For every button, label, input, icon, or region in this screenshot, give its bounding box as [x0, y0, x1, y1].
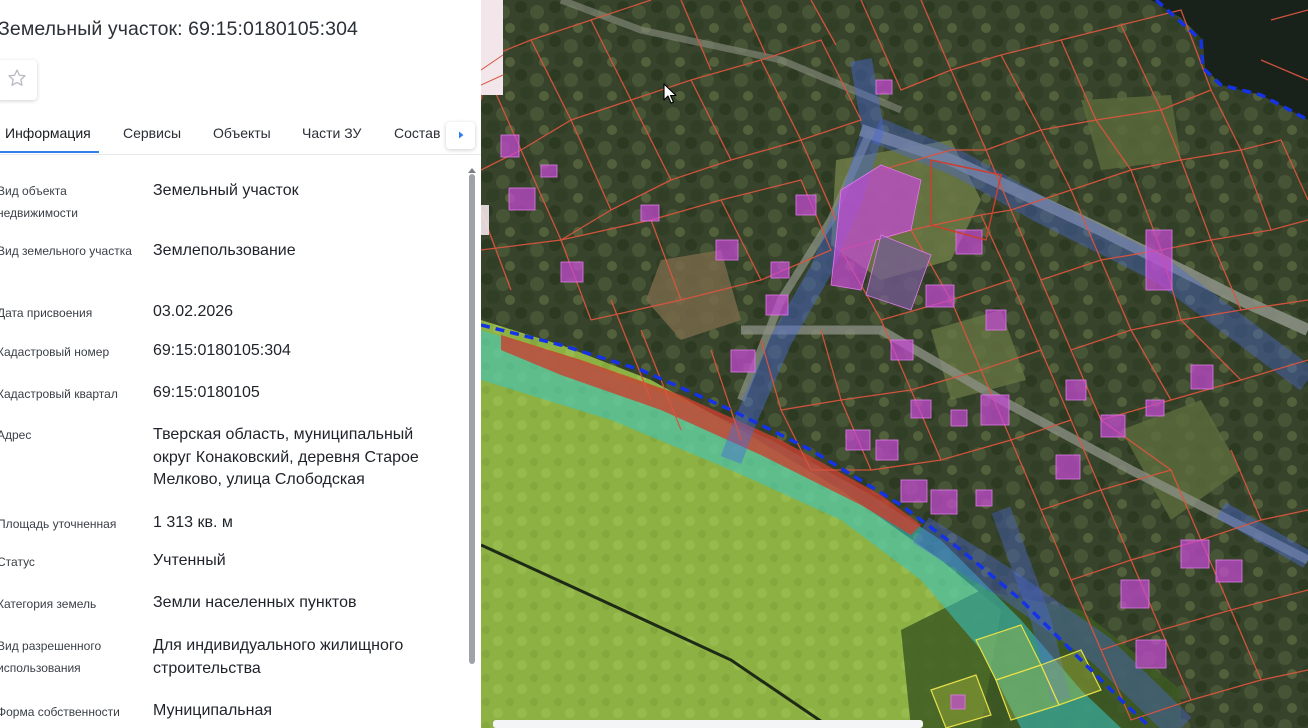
row-value: Земли населенных пунктов: [153, 594, 357, 611]
row-label: Кадастровый квартал: [0, 387, 118, 401]
tab-composition[interactable]: Состав: [394, 125, 440, 141]
row-label: Категория земель: [0, 597, 97, 611]
row-label: Кадастровый номер: [0, 345, 110, 359]
caret-right-icon: [456, 127, 466, 145]
active-tab-indicator: [0, 151, 99, 153]
tab-information[interactable]: Информация: [5, 125, 91, 141]
row-value: Муниципальная: [153, 702, 273, 719]
row-value[interactable]: 69:15:0180105:304: [153, 340, 453, 363]
row-value[interactable]: 69:15:0180105: [153, 382, 453, 405]
row-label: Дата присвоения: [0, 306, 93, 320]
row-label: Вид разрешенного использования: [0, 639, 102, 675]
row-value: 03.02.2026: [153, 303, 234, 320]
row-value: Учтенный: [153, 552, 226, 569]
satellite-map: [481, 0, 1308, 728]
row-label: Статус: [0, 555, 35, 569]
attributes-list: Вид объекта недвижимости Земельный участ…: [0, 155, 465, 728]
row-label: Вид объекта недвижимости: [0, 184, 78, 220]
map-view[interactable]: [481, 0, 1308, 728]
row-value: Земельный участок: [153, 182, 299, 199]
tab-objects[interactable]: Объекты: [213, 125, 271, 141]
favorite-button[interactable]: [0, 60, 37, 100]
row-label: Адрес: [0, 428, 32, 442]
scrollbar-thumb[interactable]: [469, 174, 475, 664]
star-outline-icon: [7, 68, 27, 93]
row-label: Форма собственности: [0, 705, 120, 719]
tabs-scroll-right-button[interactable]: [446, 122, 475, 149]
object-info-panel: Земельный участок: 69:15:0180105:304 Инф…: [0, 0, 481, 728]
row-value: Землепользование: [153, 242, 296, 259]
tab-services[interactable]: Сервисы: [123, 125, 181, 141]
scroll-up-icon[interactable]: [468, 168, 476, 173]
row-value: 1 313 кв. м: [153, 514, 233, 531]
row-value: Тверская область, муниципальный округ Ко…: [153, 426, 419, 488]
tab-land-parts[interactable]: Части ЗУ: [302, 125, 361, 141]
map-edge-overlay: [481, 205, 489, 235]
map-bottom-bar[interactable]: [493, 720, 923, 728]
tab-bar: Информация Сервисы Объекты Части ЗУ Сост…: [0, 112, 481, 155]
map-edge-overlay: [481, 0, 503, 95]
row-label: Площадь уточненная: [0, 517, 117, 531]
panel-scrollbar[interactable]: [467, 168, 477, 728]
mouse-cursor-icon: [663, 83, 677, 110]
panel-title: Земельный участок: 69:15:0180105:304: [0, 18, 358, 40]
row-label: Вид земельного участка: [0, 244, 132, 258]
row-value: Для индивидуального жилищного строительс…: [153, 637, 404, 677]
